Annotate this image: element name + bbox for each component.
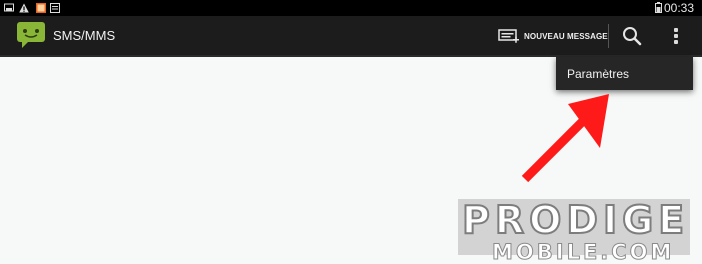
action-bar: SMS/MMS NOUVEAU MESSAGE [0,16,702,57]
menu-item-parametres[interactable]: Paramètres [567,67,629,81]
overflow-menu-icon[interactable] [669,24,683,48]
new-message-label: NOUVEAU MESSAGE [524,31,608,41]
watermark-line2: MOBILE.COM [491,240,675,264]
dialog-icon [50,3,60,13]
arrow-head [568,94,609,148]
search-icon[interactable] [621,24,643,48]
overflow-dot [674,28,678,32]
screenshot-icon [4,3,14,12]
warning-icon [19,3,29,13]
overflow-menu: Paramètres [556,57,693,90]
new-message-button[interactable]: NOUVEAU MESSAGE [498,24,608,48]
gallery-icon [36,3,46,13]
status-time: 00:33 [663,1,694,15]
status-bar: 00:33 [0,0,702,16]
app-title: SMS/MMS [53,28,116,43]
sms-bubble-icon[interactable] [16,20,46,50]
watermark-line1: PRODIGE [461,198,690,242]
compose-icon [498,29,519,43]
overflow-dot [674,34,678,38]
annotation-arrow [521,94,609,183]
overflow-dot [674,40,678,44]
action-divider [608,24,609,48]
battery-icon [655,2,662,13]
